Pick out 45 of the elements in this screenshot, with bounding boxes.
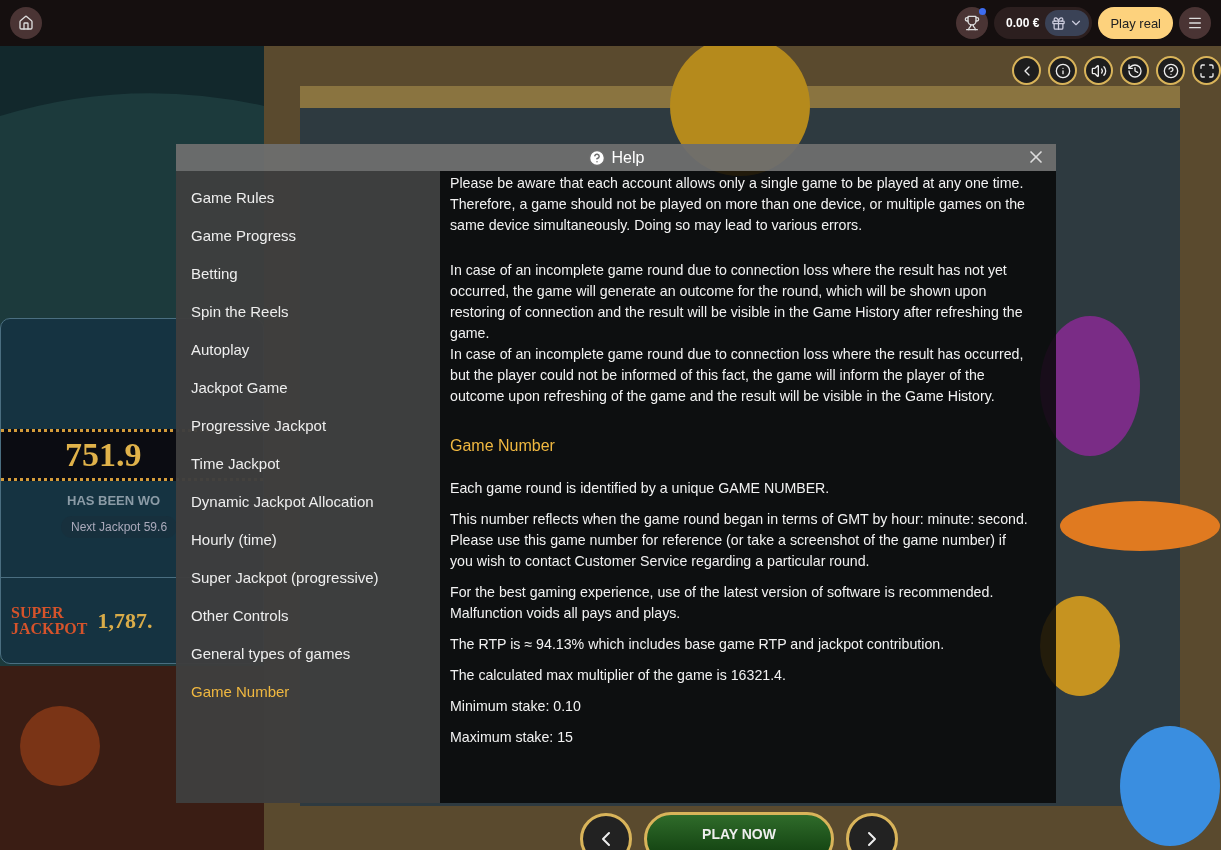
gift-dropdown[interactable] bbox=[1045, 10, 1090, 36]
fullscreen-icon bbox=[1198, 62, 1215, 79]
history-icon bbox=[1126, 62, 1143, 79]
sidebar-item[interactable]: Game Rules bbox=[176, 178, 440, 216]
sidebar-item[interactable]: Autoplay bbox=[176, 330, 440, 368]
sidebar-item[interactable]: Super Jackpot (progressive) bbox=[176, 558, 440, 596]
sidebar-item[interactable]: Hourly (time) bbox=[176, 520, 440, 558]
help-paragraph: Maximum stake: 15 bbox=[450, 728, 574, 747]
help-paragraph: In case of an incomplete game round due to connection loss where the result has not yet occurred, the game will generate an outcome for the round, which will be shown upon restoring of connection and the result will be visible in the Game History after refreshing the game. bbox=[450, 261, 1024, 343]
section-heading: Game Number bbox=[450, 436, 556, 456]
jackpot-won-label: HAS BEEN WO bbox=[67, 493, 161, 508]
help-paragraph: Minimum stake: 0.10 bbox=[450, 697, 582, 716]
menu-button[interactable] bbox=[1179, 7, 1211, 39]
trophy-button[interactable] bbox=[956, 7, 989, 39]
next-jackpot-label: Next Jackpot 59.6 bbox=[61, 516, 178, 538]
menu-icon bbox=[1187, 15, 1203, 31]
home-icon bbox=[18, 15, 34, 31]
help-paragraph: In case of an incomplete game round due to connection loss where the result has occurred, but the player could not be informed of this fact, the game will inform the player of the outcome upon refreshing of the game and the result will be visible in the Game History. bbox=[450, 345, 1025, 406]
sidebar-item[interactable]: Jackpot Game bbox=[176, 368, 440, 406]
dialog-title: Help bbox=[587, 148, 645, 167]
help-paragraph: This number reflects when the game round began in terms of GMT by hour: minute: second. Please use this game number for reference (or take a screenshot of the game number) if you wish to contact Customer Service regarding a particular round. bbox=[450, 510, 1029, 571]
sidebar-item[interactable]: Game Number bbox=[176, 672, 440, 710]
balance: 0.00 € bbox=[1006, 16, 1040, 30]
sidebar-item[interactable]: Spin the Reels bbox=[176, 292, 440, 330]
trophy-icon bbox=[964, 15, 981, 31]
sidebar-item[interactable]: Betting bbox=[176, 254, 440, 292]
play-now-button[interactable]: PLAY NOW bbox=[644, 812, 834, 850]
home-button[interactable] bbox=[10, 7, 42, 39]
help-paragraph: Please be aware that each account allows only a single game to be played at any one time. Therefore, a game should not be played on more than one device, or multiple games on the same device simultaneously. Doing so may lead to various errors. bbox=[450, 174, 1026, 235]
help-icon bbox=[587, 148, 606, 167]
help-paragraph: For the best gaming experience, use of the latest version of software is recommended. Malfunction voids all pays and plays. bbox=[450, 583, 995, 623]
help-paragraph: The RTP is ≈ 94.13% which includes base game RTP and jackpot contribution. bbox=[450, 635, 946, 654]
play-real-button[interactable]: Play real bbox=[1098, 7, 1173, 39]
sidebar-item[interactable]: Dynamic Jackpot Allocation bbox=[176, 482, 440, 520]
gift-icon bbox=[1051, 15, 1067, 31]
sidebar-item[interactable]: Game Progress bbox=[176, 216, 440, 254]
help-paragraph: The calculated max multiplier of the game is 16321.4. bbox=[450, 666, 787, 685]
sidebar-item[interactable]: General types of games bbox=[176, 634, 440, 672]
super-jackpot-label: SUPER JACKPOT bbox=[11, 604, 88, 637]
super-jackpot-amount: 1,787. bbox=[97, 607, 153, 634]
help-paragraph: Each game round is identified by a unique GAME NUMBER. bbox=[450, 479, 831, 498]
sidebar-item[interactable]: Other Controls bbox=[176, 596, 440, 634]
help-icon bbox=[1162, 62, 1179, 79]
speaker-icon bbox=[1090, 62, 1107, 79]
info-icon bbox=[1054, 62, 1071, 79]
